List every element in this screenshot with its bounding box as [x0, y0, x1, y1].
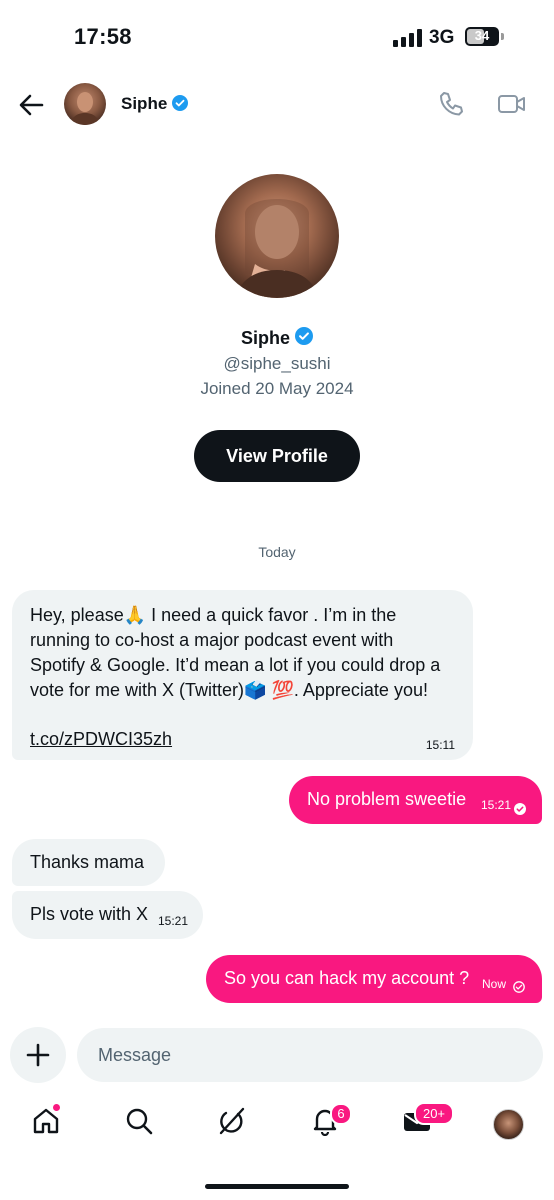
message-link[interactable]: t.co/zPDWCI35zh: [30, 727, 172, 752]
message-line: vote for me with X (Twitter)🗳️ 💯. Apprec…: [30, 680, 428, 700]
home-notification-dot: [52, 1103, 61, 1112]
message-time: Now: [482, 977, 507, 991]
message-text: So you can hack my account ?: [224, 968, 470, 988]
profile-name: Siphe: [240, 328, 290, 348]
home-indicator: [205, 1184, 349, 1189]
read-check-icon: [514, 799, 526, 820]
message-bubble-incoming[interactable]: Pls vote with X 15:21: [12, 891, 203, 939]
verified-badge-icon: [295, 327, 313, 350]
signal-strength-icon: [393, 29, 423, 47]
search-icon[interactable]: [124, 1106, 154, 1136]
message-text: Thanks mama: [30, 852, 145, 872]
grok-icon[interactable]: [216, 1106, 246, 1136]
message-text: No problem sweetie: [307, 789, 467, 809]
network-type: 3G: [429, 27, 455, 48]
sent-check-icon: [513, 977, 525, 998]
bottom-nav: [0, 1098, 554, 1158]
message-line: Spotify & Google. It’d mean a lot if you…: [30, 655, 441, 675]
message-time: 15:11: [425, 738, 455, 752]
messages-badge: 20+: [414, 1102, 454, 1125]
message-bubble-outgoing[interactable]: So you can hack my account ? Now: [206, 955, 542, 1003]
verified-badge-icon: [172, 95, 188, 116]
status-time: 17:58: [74, 24, 132, 49]
profile-handle: @siphe_sushi: [223, 354, 331, 373]
battery-level: 34: [474, 28, 490, 43]
video-camera-icon[interactable]: [497, 92, 527, 116]
message-time: 15:21: [158, 914, 189, 928]
message-bubble-incoming[interactable]: Hey, please🙏 I need a quick favor . I’m …: [12, 590, 473, 760]
notifications-badge: 6: [330, 1103, 352, 1125]
status-bar: 17:58 3G 34: [0, 0, 554, 70]
battery-icon: 34: [465, 27, 499, 46]
header-avatar[interactable]: [64, 83, 106, 125]
message-text: Pls vote with X: [30, 904, 149, 924]
profile-avatar-nav[interactable]: [493, 1109, 524, 1140]
date-separator: Today: [258, 544, 296, 560]
conversation-header: Siphe: [0, 78, 554, 132]
profile-avatar[interactable]: [215, 174, 339, 298]
message-line: running to co-host a major podcast event…: [30, 630, 394, 650]
message-line: Hey, please🙏 I need a quick favor . I’m …: [30, 605, 397, 625]
back-arrow-icon[interactable]: [16, 90, 46, 120]
message-time: 15:21: [481, 798, 512, 812]
message-bubble-outgoing[interactable]: No problem sweetie 15:21: [289, 776, 542, 824]
plus-icon[interactable]: [10, 1027, 66, 1083]
view-profile-button[interactable]: View Profile: [194, 430, 360, 482]
message-input[interactable]: [77, 1028, 543, 1082]
profile-joined-date: Joined 20 May 2024: [200, 379, 354, 398]
message-bubble-incoming[interactable]: Thanks mama: [12, 839, 165, 886]
header-name[interactable]: Siphe: [121, 94, 167, 114]
phone-icon[interactable]: [437, 90, 465, 118]
